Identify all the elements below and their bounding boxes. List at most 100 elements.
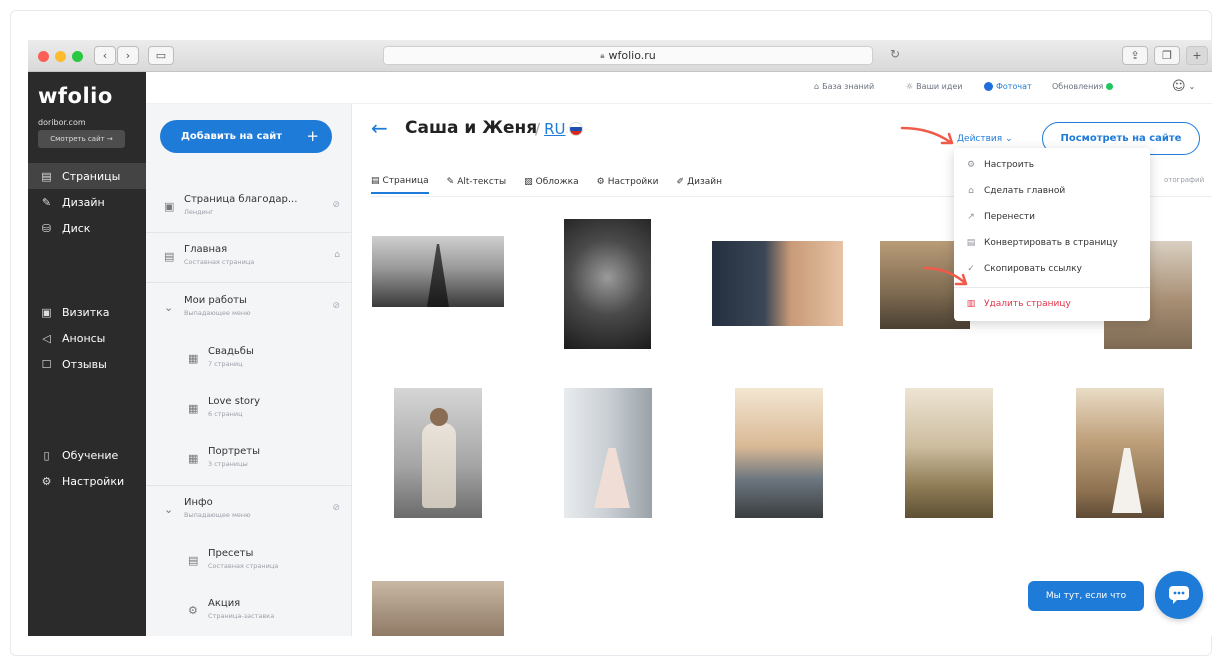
photochat-link[interactable]: Фоточат: [984, 82, 1032, 91]
page-item-thanks[interactable]: ▣ Страница благодар... Лендинг ⊘: [146, 183, 352, 233]
lock-icon: 🔒︎: [600, 50, 605, 60]
tab-settings[interactable]: ⚙ Настройки: [597, 170, 659, 194]
hidden-eye-icon[interactable]: ⊘: [332, 200, 340, 210]
sidebar-item-disk[interactable]: ⛁ Диск: [28, 215, 146, 241]
sidebar-item-pages[interactable]: ▤ Страницы: [28, 163, 146, 189]
sidebar-item-label: Настройки: [62, 474, 125, 488]
browser-window: ‹ › ▭ 🔒︎ wfolio.ru ↻ ⇪ ❐ + wfolio doribo…: [28, 40, 1212, 636]
close-window-button[interactable]: [38, 51, 49, 62]
logo[interactable]: wfolio: [38, 84, 113, 108]
tab-design[interactable]: ✐ Дизайн: [677, 170, 722, 194]
photo-thumbnail[interactable]: [394, 388, 482, 518]
address-bar[interactable]: 🔒︎ wfolio.ru ↻: [383, 46, 900, 65]
lightbulb-icon: ☼: [906, 82, 914, 91]
photo-thumbnail[interactable]: [372, 236, 504, 307]
tab-cover[interactable]: ▨ Обложка: [524, 170, 578, 194]
share-icon: ⇪: [1130, 49, 1140, 62]
page-item-subtitle: 3 страницы: [208, 460, 248, 468]
menu-item-configure[interactable]: ⚙ Настроить: [966, 160, 1034, 170]
page-item-title: Главная: [184, 244, 228, 255]
page-item-love-story[interactable]: ▦ Love story 6 страниц: [146, 385, 352, 435]
page-item-weddings[interactable]: ▦ Свадьбы 7 страниц: [146, 335, 352, 385]
graduation-cap-icon: ⌂: [814, 82, 820, 91]
add-to-site-button[interactable]: Добавить на сайт +: [160, 120, 332, 153]
photochat-icon: [984, 82, 993, 91]
photo-thumbnail[interactable]: [905, 388, 993, 518]
landing-icon: ▣: [164, 200, 175, 213]
actions-dropdown-toggle[interactable]: Действия ⌄: [957, 134, 1013, 144]
page-item-title: Love story: [208, 396, 261, 407]
sidebar-toggle-button[interactable]: ▭: [148, 46, 174, 65]
sidebar-item-label: Диск: [62, 221, 91, 235]
tabs-button[interactable]: ❐: [1154, 46, 1180, 65]
photo-thumbnail[interactable]: [564, 388, 652, 518]
knowledge-base-label: База знаний: [822, 82, 875, 91]
photo-thumbnail[interactable]: [564, 219, 651, 349]
photo-thumbnail[interactable]: [735, 388, 823, 518]
updates-link[interactable]: Обновления: [1052, 82, 1114, 91]
page-icon: ▤: [164, 250, 175, 263]
chevron-down-icon[interactable]: ⌄: [164, 503, 173, 516]
main-sidebar: wfolio doribor.com Смотреть сайт → ▤ Стр…: [28, 72, 146, 636]
sidebar-item-settings[interactable]: ⚙ Настройки: [28, 468, 146, 494]
zoom-window-button[interactable]: [72, 51, 83, 62]
menu-item-delete[interactable]: ▥ Удалить страницу: [966, 299, 1071, 309]
page-item-title: Акция: [208, 598, 241, 609]
actions-label: Действия: [957, 134, 1003, 144]
tab-label: Настройки: [607, 177, 659, 187]
page-item-portraits[interactable]: ▦ Портреты 3 страницы: [146, 435, 352, 485]
tab-page[interactable]: ▤ Страница: [371, 170, 429, 194]
tab-label: Дизайн: [687, 177, 722, 187]
chevron-down-icon[interactable]: ⌄: [164, 301, 173, 314]
page-title: Саша и Женя: [405, 118, 538, 138]
home-icon[interactable]: ⌂: [334, 250, 340, 260]
menu-item-move[interactable]: ↗ Перенести: [966, 212, 1035, 222]
menu-item-convert[interactable]: ▤ Конвертировать в страницу: [966, 238, 1118, 248]
url-text: wfolio.ru: [608, 49, 656, 62]
sidebar-item-reviews[interactable]: ☐ Отзывы: [28, 351, 146, 377]
page-item-subtitle: Лендинг: [184, 208, 214, 216]
ideas-link[interactable]: ☼ Ваши идеи: [906, 82, 962, 91]
page-item-home[interactable]: ▤ Главная Составная страница ⌂: [146, 233, 352, 283]
share-button[interactable]: ⇪: [1122, 46, 1148, 65]
account-menu[interactable]: ☺ ⌄: [1172, 79, 1195, 94]
sidebar-item-learning[interactable]: ▯ Обучение: [28, 442, 146, 468]
sidebar-item-label: Анонсы: [62, 331, 106, 345]
back-nav-button[interactable]: ‹: [94, 46, 116, 65]
chat-launcher-button[interactable]: [1155, 571, 1203, 619]
page-item-subtitle: Составная страница: [184, 258, 255, 266]
back-arrow-icon[interactable]: ←: [371, 116, 388, 140]
page-item-presets[interactable]: ▤ Пресеты Составная страница: [146, 537, 352, 587]
forward-nav-button[interactable]: ›: [117, 46, 139, 65]
main-content: ← Саша и Женя / RU ▤ Страница ✎ Alt-тексты…: [352, 104, 1212, 636]
new-tab-button[interactable]: +: [1186, 46, 1208, 65]
tab-label: Обложка: [535, 177, 579, 187]
language-switch[interactable]: / RU: [535, 120, 584, 138]
page-item-promo[interactable]: ⚙ Акция Страница-заставка: [146, 587, 352, 636]
chat-prompt-pill[interactable]: Мы тут, если что: [1028, 581, 1144, 611]
menu-item-label: Удалить страницу: [984, 299, 1071, 309]
menu-item-make-home[interactable]: ⌂ Сделать главной: [966, 186, 1065, 196]
tab-alt-texts[interactable]: ✎ Alt-тексты: [447, 170, 507, 194]
menu-item-copy-link[interactable]: ✓ Скопировать ссылку: [966, 264, 1082, 274]
view-site-button[interactable]: Смотреть сайт →: [38, 130, 125, 148]
hidden-eye-icon[interactable]: ⊘: [332, 503, 340, 513]
sidebar-item-design[interactable]: ✎ Дизайн: [28, 189, 146, 215]
divider: [146, 282, 352, 283]
page-item-info[interactable]: ⌄ Инфо Выпадающее меню ⊘: [146, 486, 352, 536]
sidebar-item-announcements[interactable]: ◁ Анонсы: [28, 325, 146, 351]
photo-thumbnail[interactable]: [372, 581, 504, 636]
page-item-subtitle: Выпадающее меню: [184, 511, 251, 519]
reload-icon[interactable]: ↻: [890, 47, 900, 61]
minimize-window-button[interactable]: [55, 51, 66, 62]
photo-thumbnail[interactable]: [712, 241, 843, 326]
knowledge-base-link[interactable]: ⌂ База знаний: [814, 82, 874, 91]
chevron-right-icon: ›: [125, 49, 131, 62]
hidden-eye-icon[interactable]: ⊘: [332, 301, 340, 311]
sidebar-item-card[interactable]: ▣ Визитка: [28, 299, 146, 325]
page-item-title: Страница благодар...: [184, 194, 298, 205]
language-code: RU: [544, 120, 566, 138]
photo-thumbnail[interactable]: [1076, 388, 1164, 518]
annotation-arrow-icon: [922, 266, 968, 286]
page-item-works[interactable]: ⌄ Мои работы Выпадающее меню ⊘: [146, 284, 352, 334]
